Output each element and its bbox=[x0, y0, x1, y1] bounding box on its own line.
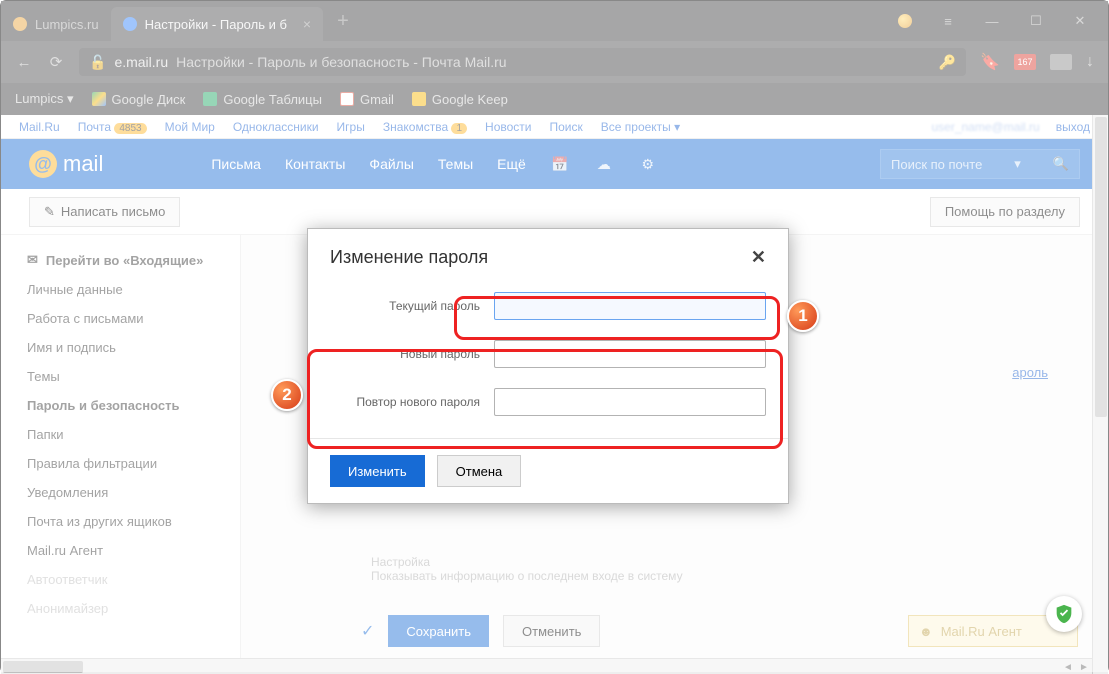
modal-cancel-button[interactable]: Отмена bbox=[437, 455, 522, 487]
current-password-input[interactable] bbox=[494, 292, 766, 320]
submit-button[interactable]: Изменить bbox=[330, 455, 425, 487]
new-password-label: Новый пароль bbox=[330, 347, 480, 361]
new-password-input[interactable] bbox=[494, 340, 766, 368]
new-password-row: Новый пароль bbox=[308, 330, 788, 378]
modal-footer: Изменить Отмена bbox=[308, 438, 788, 503]
repeat-password-label: Повтор нового пароля bbox=[330, 395, 480, 409]
adguard-icon[interactable] bbox=[1046, 596, 1082, 632]
modal-title: Изменение пароля bbox=[330, 247, 488, 268]
repeat-password-input[interactable] bbox=[494, 388, 766, 416]
current-password-row: Текущий пароль bbox=[308, 282, 788, 330]
marker-2: 2 bbox=[271, 379, 303, 411]
repeat-password-row: Повтор нового пароля bbox=[308, 378, 788, 426]
current-password-label: Текущий пароль bbox=[330, 299, 480, 313]
marker-1: 1 bbox=[787, 300, 819, 332]
modal-close-button[interactable]: ✕ bbox=[751, 247, 766, 268]
change-password-modal: Изменение пароля ✕ Текущий пароль Новый … bbox=[307, 228, 789, 504]
